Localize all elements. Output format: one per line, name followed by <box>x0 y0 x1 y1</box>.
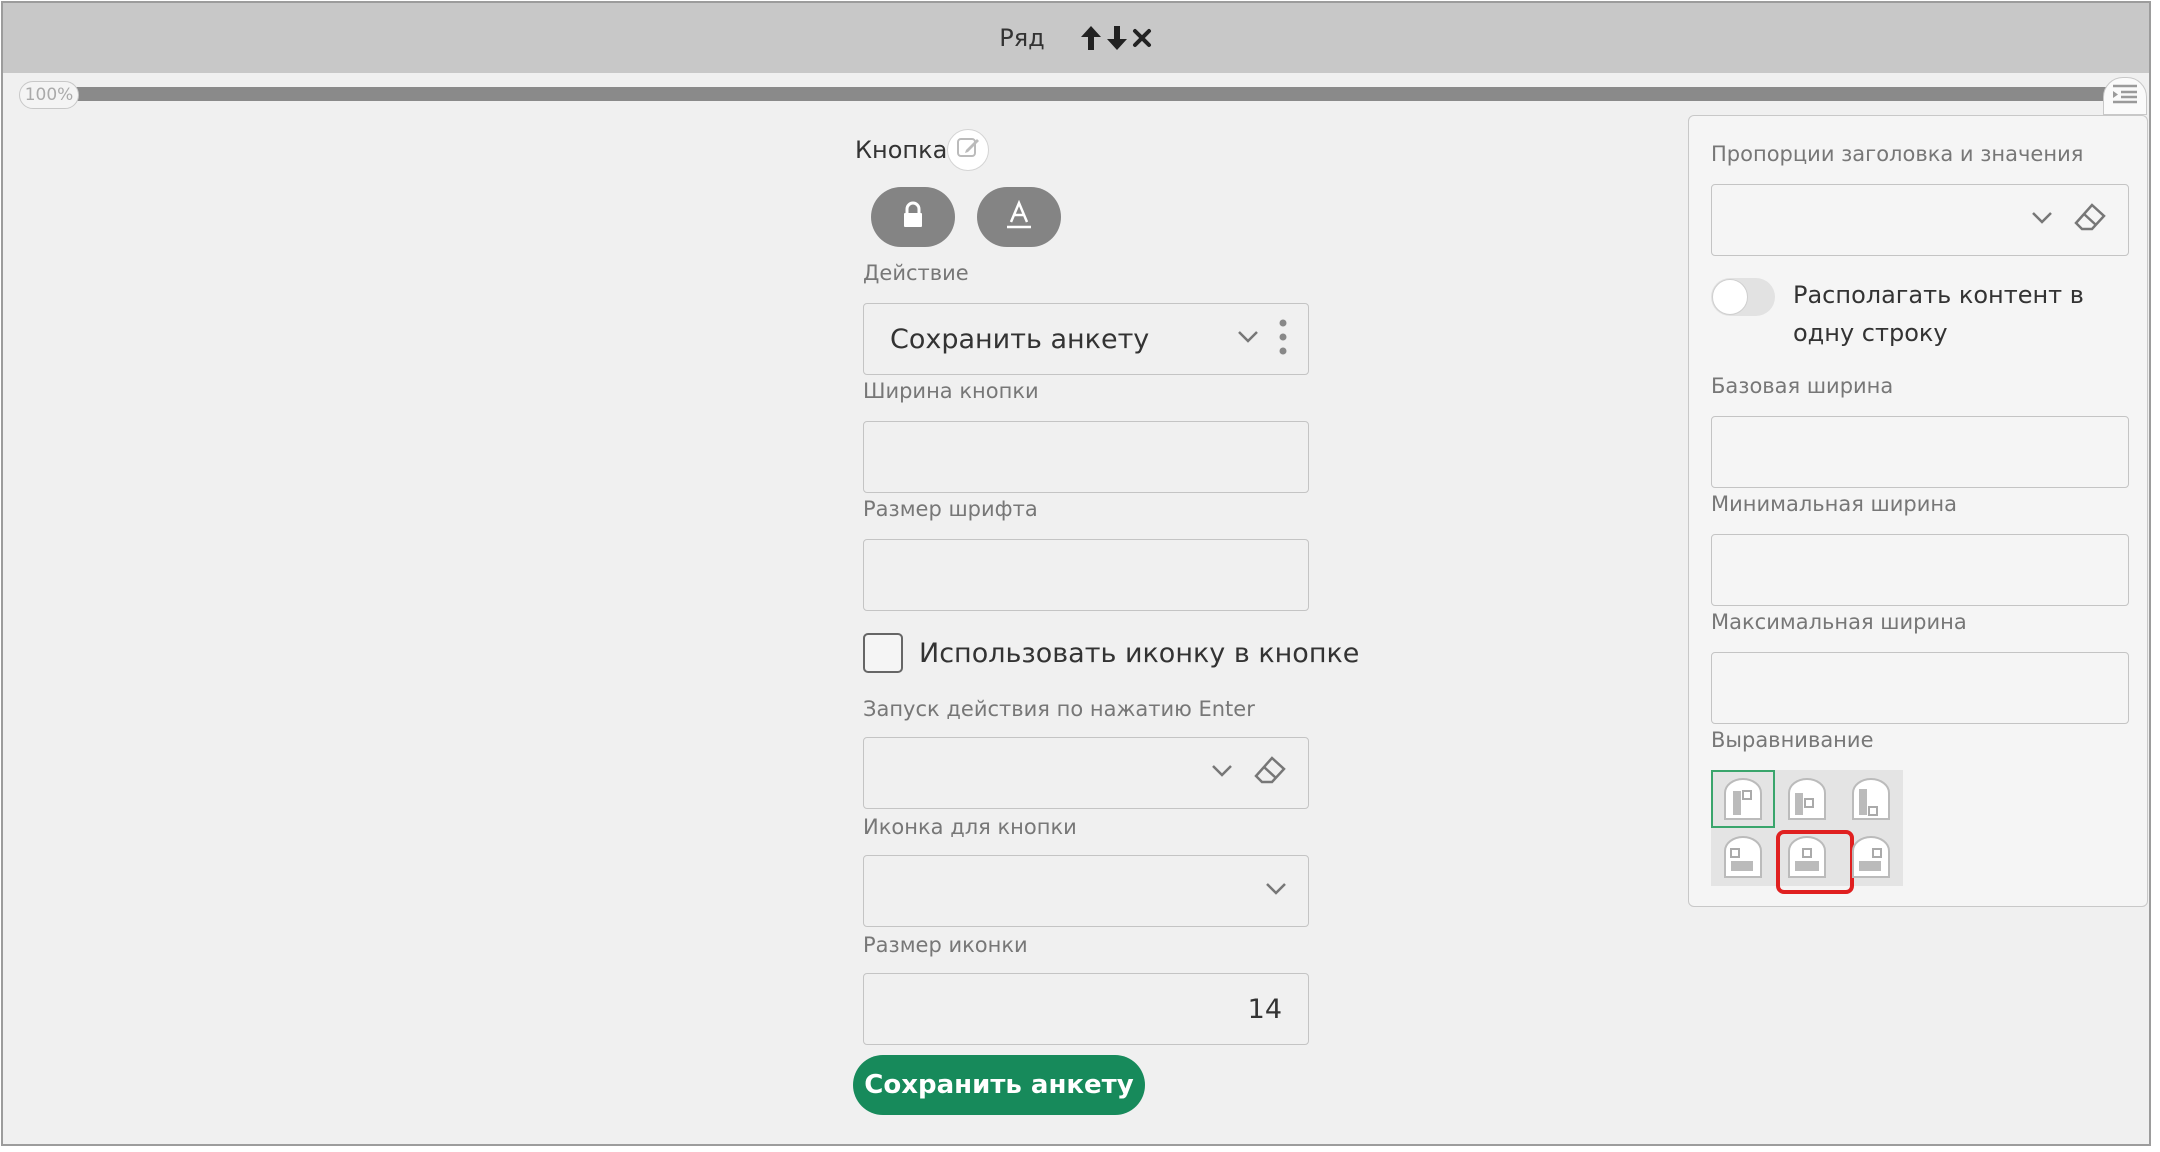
base-width-label: Базовая ширина <box>1711 374 1894 398</box>
action-label: Действие <box>863 261 969 285</box>
arrow-up-icon[interactable] <box>1079 24 1103 52</box>
arrow-down-icon[interactable] <box>1105 24 1129 52</box>
enter-action-select[interactable] <box>863 737 1309 809</box>
align-top-left-icon <box>1724 778 1762 820</box>
align-top-center[interactable] <box>1775 770 1839 828</box>
align-top-center-icon <box>1788 778 1826 820</box>
align-bottom-center[interactable] <box>1775 828 1854 894</box>
text-style-icon <box>1004 199 1034 234</box>
single-line-label: Располагать контент в одну строку <box>1793 281 2084 347</box>
align-bottom-left-icon <box>1724 836 1762 878</box>
use-icon-row[interactable]: Использовать иконку в кнопке <box>863 633 1359 673</box>
use-icon-checkbox[interactable] <box>863 633 903 673</box>
enter-action-label: Запуск действия по нажатию Enter <box>863 697 1255 721</box>
button-width-label: Ширина кнопки <box>863 379 1039 403</box>
eraser-icon[interactable] <box>1252 754 1288 792</box>
list-indent-icon <box>2111 83 2139 109</box>
save-form-button[interactable]: Сохранить анкету <box>853 1055 1145 1115</box>
action-select[interactable]: Сохранить анкету <box>863 303 1309 375</box>
action-value: Сохранить анкету <box>890 323 1150 355</box>
zoom-badge: 100% <box>19 81 79 109</box>
icon-size-value: 14 <box>1247 993 1282 1025</box>
max-width-input[interactable] <box>1711 652 2129 724</box>
panel-menu-button[interactable] <box>2103 77 2147 115</box>
chevron-down-icon[interactable] <box>1236 329 1260 349</box>
alignment-label: Выравнивание <box>1711 728 1874 752</box>
align-bottom-right-icon <box>1852 836 1890 878</box>
use-icon-label: Использовать иконку в кнопке <box>919 637 1360 669</box>
element-name-label: Кнопка <box>855 136 948 164</box>
font-size-label: Размер шрифта <box>863 497 1038 521</box>
more-vertical-icon[interactable] <box>1278 317 1288 361</box>
toggle-knob <box>1712 279 1748 315</box>
button-icon-label: Иконка для кнопки <box>863 815 1077 839</box>
element-name: Кнопка <box>855 129 990 171</box>
align-bottom-right[interactable] <box>1839 828 1903 886</box>
row-tools <box>1079 24 1153 52</box>
font-size-input[interactable] <box>863 539 1309 611</box>
align-top-right[interactable] <box>1839 770 1903 828</box>
single-line-row[interactable]: Располагать контент в одну строку <box>1711 276 2133 352</box>
proportions-label: Пропорции заголовка и значения <box>1711 142 2084 166</box>
text-style-button[interactable] <box>977 187 1061 247</box>
chevron-down-icon[interactable] <box>1210 763 1234 783</box>
icon-size-input[interactable]: 14 <box>863 973 1309 1045</box>
row-title: Ряд <box>999 24 1045 52</box>
width-slider-track[interactable] <box>25 87 2113 101</box>
close-icon[interactable] <box>1131 27 1153 49</box>
base-width-input[interactable] <box>1711 416 2129 488</box>
icon-size-label: Размер иконки <box>863 933 1028 957</box>
min-width-label: Минимальная ширина <box>1711 492 1958 516</box>
row-toolbar: Ряд <box>3 3 2149 73</box>
edit-icon <box>955 134 981 166</box>
button-width-input[interactable] <box>863 421 1309 493</box>
single-line-toggle[interactable] <box>1711 278 1775 316</box>
edit-name-button[interactable] <box>947 129 990 171</box>
align-bottom-left[interactable] <box>1711 828 1775 886</box>
chevron-down-icon[interactable] <box>2030 210 2054 230</box>
proportions-select[interactable] <box>1711 184 2129 256</box>
alignment-grid <box>1711 770 1903 894</box>
button-icon-select[interactable] <box>863 855 1309 927</box>
layout-properties-panel: Пропорции заголовка и значения Располага… <box>1688 115 2148 907</box>
lock-button[interactable] <box>871 187 955 247</box>
lock-icon <box>899 201 927 233</box>
editor-window: Ряд 100% Кнопка Действие Сохранить анкет… <box>1 1 2151 1146</box>
eraser-icon[interactable] <box>2072 201 2108 239</box>
align-bottom-center-icon <box>1788 836 1826 878</box>
align-top-left[interactable] <box>1711 770 1775 828</box>
min-width-input[interactable] <box>1711 534 2129 606</box>
align-top-right-icon <box>1852 778 1890 820</box>
chevron-down-icon[interactable] <box>1264 881 1288 901</box>
max-width-label: Максимальная ширина <box>1711 610 1967 634</box>
